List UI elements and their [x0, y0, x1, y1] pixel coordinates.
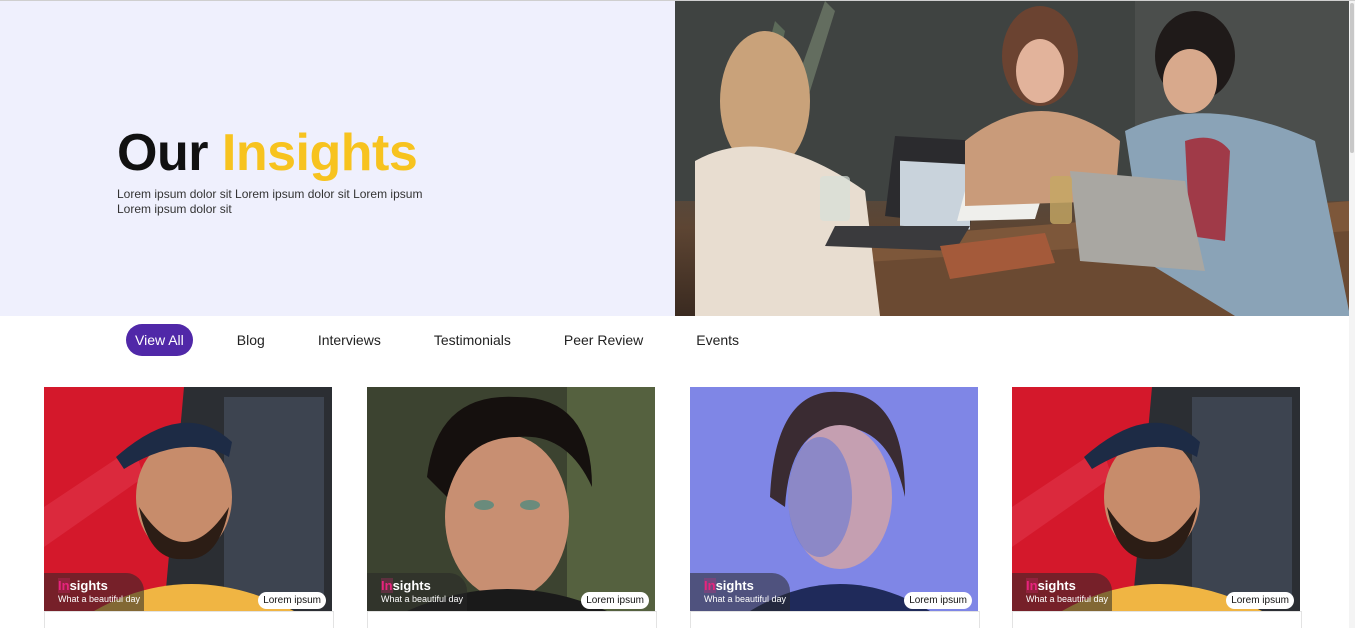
hero-photo-illustration: [675, 1, 1350, 316]
card-footer: [367, 611, 657, 628]
tab-view-all[interactable]: View All: [126, 324, 193, 356]
card-subtitle: What a beautiful day: [58, 594, 141, 604]
card-tag-pill[interactable]: Lorem ipsum: [904, 592, 972, 609]
insight-card[interactable]: Insights What a beautiful day Lorem ipsu…: [44, 387, 332, 611]
title-prefix: Our: [117, 124, 208, 182]
card-title-highlight: In: [381, 578, 393, 593]
card-title-highlight: In: [704, 578, 716, 593]
card-title-rest: sights: [69, 578, 108, 593]
card-footer: [1012, 611, 1302, 628]
card-title: Insights: [704, 578, 790, 593]
insight-card[interactable]: Insights What a beautiful day Lorem ipsu…: [367, 387, 655, 611]
page-title: Our Insights: [117, 121, 418, 185]
card-title: Insights: [381, 578, 467, 593]
card-badge: Insights What a beautiful day: [44, 573, 144, 611]
card-subtitle: What a beautiful day: [381, 594, 464, 604]
tab-events[interactable]: Events: [696, 332, 739, 348]
hero-description: Lorem ipsum dolor sit Lorem ipsum dolor …: [117, 187, 423, 216]
page-scrollbar[interactable]: [1349, 1, 1355, 628]
card-tag-pill[interactable]: Lorem ipsum: [1226, 592, 1294, 609]
scrollbar-thumb[interactable]: [1350, 3, 1354, 153]
card-subtitle: What a beautiful day: [1026, 594, 1109, 604]
hero-image: [675, 1, 1350, 316]
card-title-rest: sights: [392, 578, 431, 593]
hero-section: Our Insights Lorem ipsum dolor sit Lorem…: [0, 1, 675, 316]
card-subtitle: What a beautiful day: [704, 594, 787, 604]
card-title-highlight: In: [1026, 578, 1038, 593]
card-tag-pill[interactable]: Lorem ipsum: [258, 592, 326, 609]
card-title: Insights: [58, 578, 144, 593]
insight-card[interactable]: Insights What a beautiful day Lorem ipsu…: [1012, 387, 1300, 611]
card-footer: [690, 611, 980, 628]
card-footer: [44, 611, 334, 628]
tab-testimonials[interactable]: Testimonials: [434, 332, 511, 348]
card-badge: Insights What a beautiful day: [690, 573, 790, 611]
card-badge: Insights What a beautiful day: [1012, 573, 1112, 611]
title-accent: Insights: [221, 124, 418, 182]
tab-peer-review[interactable]: Peer Review: [564, 332, 643, 348]
card-title-highlight: In: [58, 578, 70, 593]
card-title: Insights: [1026, 578, 1112, 593]
card-tag-pill[interactable]: Lorem ipsum: [581, 592, 649, 609]
tab-interviews[interactable]: Interviews: [318, 332, 381, 348]
category-tabs: View All Blog Interviews Testimonials Pe…: [126, 323, 792, 357]
card-badge: Insights What a beautiful day: [367, 573, 467, 611]
card-title-rest: sights: [715, 578, 754, 593]
card-title-rest: sights: [1037, 578, 1076, 593]
insight-card[interactable]: Insights What a beautiful day Lorem ipsu…: [690, 387, 978, 611]
tab-blog[interactable]: Blog: [237, 332, 265, 348]
